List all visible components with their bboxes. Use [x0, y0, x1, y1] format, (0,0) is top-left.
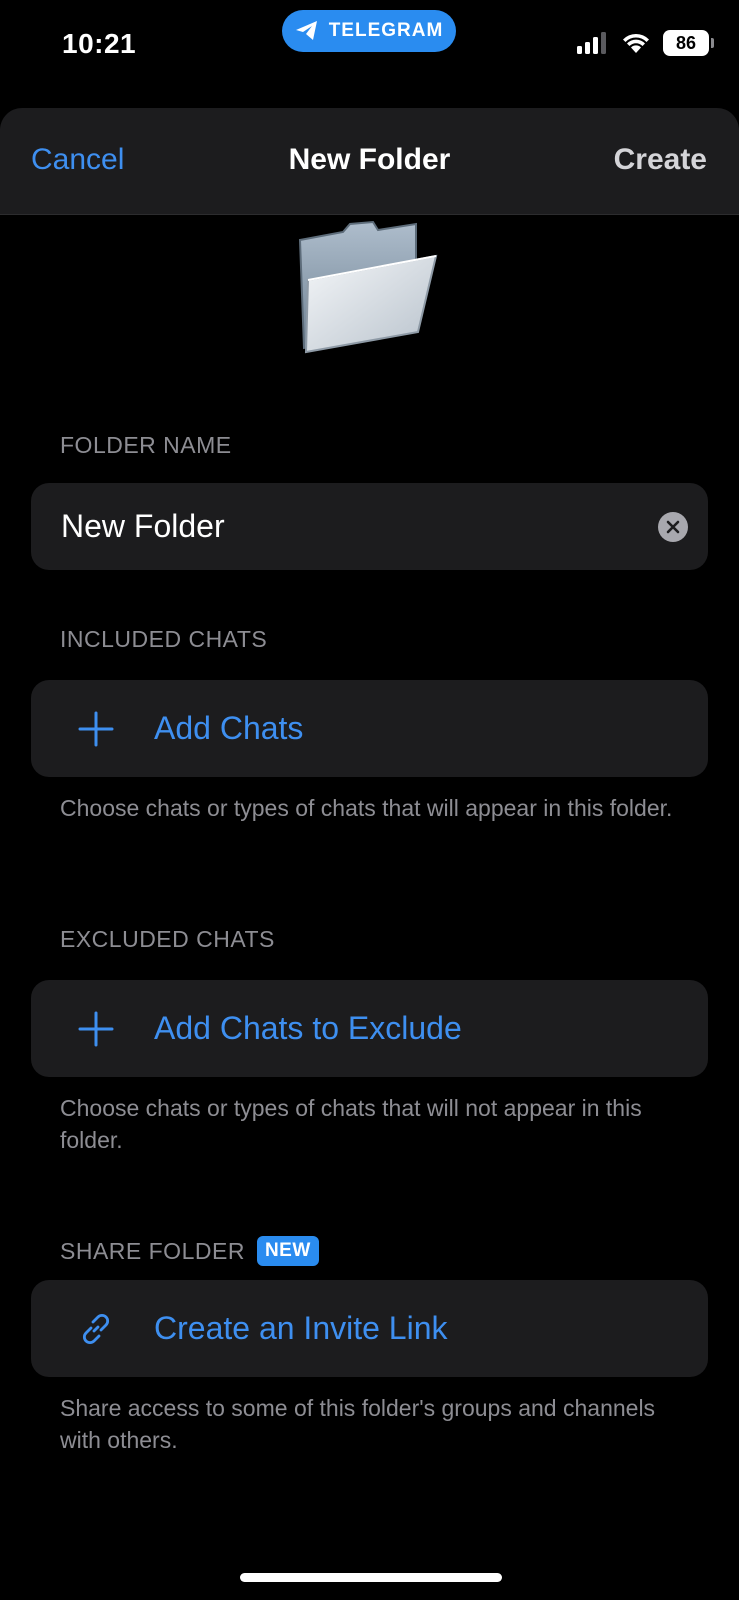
create-button[interactable]: Create [614, 143, 707, 177]
excluded-chats-header-label: EXCLUDED CHATS [60, 926, 275, 952]
clear-text-button[interactable] [658, 512, 688, 542]
close-icon [666, 520, 680, 534]
telegram-pill[interactable]: TELEGRAM [282, 10, 456, 52]
included-chats-header: INCLUDED CHATS [60, 626, 267, 653]
status-time: 10:21 [62, 28, 137, 59]
plus-icon [78, 711, 114, 747]
folder-name-card [31, 483, 708, 570]
telegram-pill-label: TELEGRAM [328, 20, 444, 41]
folder-icon [298, 220, 438, 354]
share-folder-header-label: SHARE FOLDER [60, 1237, 245, 1264]
wifi-icon [623, 33, 649, 53]
add-chats-label: Add Chats [154, 710, 304, 746]
status-indicators: 86 [577, 30, 714, 56]
folder-name-header-label: FOLDER NAME [60, 432, 232, 458]
add-chats-to-exclude-label: Add Chats to Exclude [154, 1010, 462, 1046]
new-badge: NEW [256, 1236, 319, 1266]
create-invite-link-label: Create an Invite Link [154, 1310, 448, 1346]
create-invite-link-button[interactable]: Create an Invite Link [31, 1280, 708, 1377]
status-bar: 10:21 TELEGRAM 86 [0, 0, 739, 100]
add-chats-button[interactable]: Add Chats [31, 680, 708, 777]
excluded-chats-header: EXCLUDED CHATS [60, 926, 275, 953]
paper-plane-icon [295, 21, 317, 40]
battery-icon: 86 [663, 30, 714, 56]
excluded-chats-footer: Choose chats or types of chats that will… [60, 1095, 642, 1153]
included-chats-footer: Choose chats or types of chats that will… [60, 795, 673, 821]
signal-icon [577, 32, 606, 54]
share-folder-header: SHARE FOLDER NEW [60, 1236, 319, 1266]
plus-icon [78, 1011, 114, 1047]
included-chats-header-label: INCLUDED CHATS [60, 626, 268, 652]
link-icon [82, 1313, 110, 1345]
sheet-header: Cancel New Folder Create [0, 108, 739, 215]
battery-level: 86 [675, 32, 697, 53]
add-chats-to-exclude-button[interactable]: Add Chats to Exclude [31, 980, 708, 1077]
share-folder-footer: Share access to some of this folder's gr… [60, 1395, 656, 1453]
folder-name-header: FOLDER NAME [60, 432, 232, 459]
folder-name-input[interactable] [61, 483, 621, 570]
home-indicator[interactable] [240, 1573, 502, 1582]
